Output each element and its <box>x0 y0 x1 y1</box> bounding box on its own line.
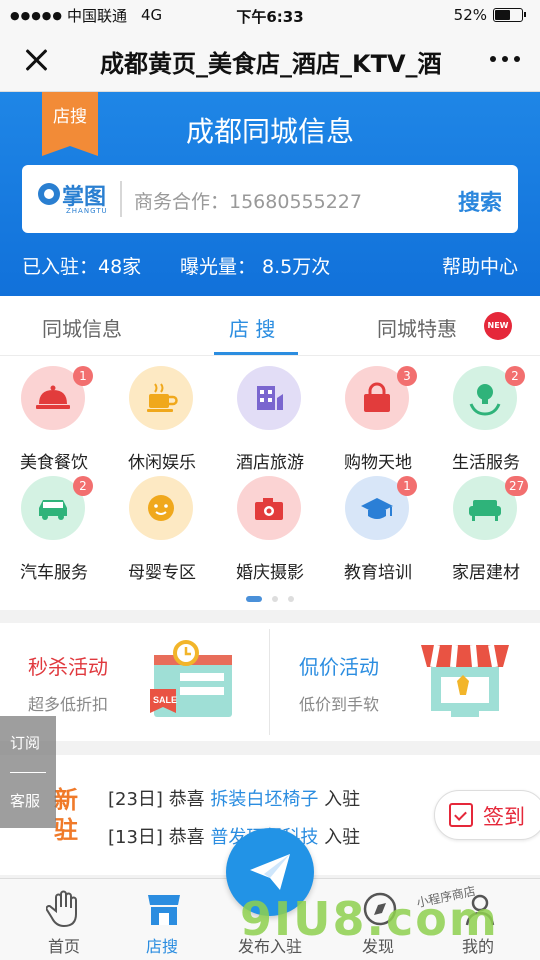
news-store-name[interactable]: 拆装白坯椅子 <box>210 789 318 810</box>
tab-city-info[interactable]: 同城信息 <box>42 313 122 342</box>
nav-home[interactable]: 首页 <box>10 879 118 960</box>
zhangtu-logo: 掌图 ZHANGTU <box>38 179 128 219</box>
camera-icon <box>237 476 301 540</box>
battery-icon <box>493 8 526 22</box>
category-item-shopping[interactable]: 3 购物天地 <box>324 356 432 473</box>
hero-banner: 店搜 成都同城信息 掌图 ZHANGTU 商务合作：15680555227 搜索… <box>0 92 540 296</box>
news-text: 入驻 <box>324 789 361 810</box>
news-text: 恭喜 <box>168 827 205 848</box>
new-badge: NEW <box>484 312 512 340</box>
category-label: 教育培训 <box>344 563 412 583</box>
new-arrivals-label: 新驻 <box>54 786 78 844</box>
active-tab-indicator <box>214 352 298 355</box>
page-dot[interactable] <box>272 596 278 602</box>
bargain-card[interactable]: 侃价活动 低价到手软 <box>271 623 540 741</box>
news-text: 入驻 <box>324 827 361 848</box>
battery-percent: 52% <box>453 6 487 24</box>
side-floating-tab: 订阅 客服 <box>0 716 56 828</box>
battery-status: 52% <box>454 6 526 24</box>
promo-divider <box>269 629 270 735</box>
customer-service-button[interactable]: 客服 <box>10 790 40 811</box>
category-badge: 2 <box>505 366 525 386</box>
news-date: [13日] <box>108 827 163 848</box>
category-badge: 2 <box>73 476 93 496</box>
category-item-education[interactable]: 1 教育培训 <box>324 466 432 583</box>
checkin-label: 签到 <box>483 805 525 829</box>
tab-city-deals[interactable]: 同城特惠 <box>377 313 457 342</box>
baby-icon <box>129 476 193 540</box>
promo-subtitle: 低价到手软 <box>299 695 380 714</box>
category-badge: 3 <box>397 366 417 386</box>
hotel-icon <box>237 366 301 430</box>
category-item-food[interactable]: 1 美食餐饮 <box>0 356 108 473</box>
sale-text: SALE <box>153 695 177 705</box>
network-type: 4G <box>141 6 163 24</box>
category-item-car[interactable]: 2 汽车服务 <box>0 466 108 583</box>
tab-bar: 同城信息 店 搜 同城特惠 NEW <box>0 296 540 356</box>
checkin-button[interactable]: 签到 <box>434 790 540 840</box>
category-item-leisure[interactable]: 休闲娱乐 <box>108 356 216 473</box>
exposure-count: 曝光量： 8.5万次 <box>180 256 331 278</box>
search-button[interactable]: 搜索 <box>458 185 502 217</box>
side-tab-divider <box>10 772 46 773</box>
category-label: 汽车服务 <box>20 563 88 583</box>
promo-title: 侃价活动 <box>299 655 379 679</box>
category-item-hotel[interactable]: 酒店旅游 <box>216 356 324 473</box>
hero-title: 成都同城信息 <box>185 115 354 148</box>
coffee-icon <box>129 366 193 430</box>
page-indicator <box>0 596 540 602</box>
category-item-life-service[interactable]: 2 生活服务 <box>432 356 540 473</box>
nav-store-search[interactable]: 店搜 <box>108 879 216 960</box>
app-screen: ●●●●● 中国联通 4G 下午6:33 52% 成都黄页_美食店_酒店_KTV… <box>0 0 540 960</box>
subscribe-button[interactable]: 订阅 <box>10 732 40 753</box>
category-item-wedding-photo[interactable]: 婚庆摄影 <box>216 466 324 583</box>
category-label: 母婴专区 <box>128 563 196 583</box>
news-date: [23日] <box>108 789 163 810</box>
nav-bar: 成都黄页_美食店_酒店_KTV_酒 <box>0 30 540 92</box>
paper-plane-icon <box>250 854 290 890</box>
search-divider <box>120 181 122 217</box>
shop-stall-icon <box>421 644 509 717</box>
category-label: 婚庆摄影 <box>236 563 304 583</box>
search-input[interactable]: 商务合作：15680555227 <box>134 187 362 214</box>
tab-store-search[interactable]: 店 搜 <box>229 313 275 342</box>
category-badge: 1 <box>397 476 417 496</box>
news-text: 恭喜 <box>168 789 205 810</box>
signal-icon: ●●●●● <box>10 8 63 22</box>
category-item-home-building[interactable]: 27 家居建材 <box>432 466 540 583</box>
page-dot-active <box>246 596 262 602</box>
calendar-check-icon <box>449 803 473 827</box>
promo-subtitle: 超多低折扣 <box>28 695 109 714</box>
logo-subtext: ZHANGTU <box>66 207 108 215</box>
category-grid: 1 美食餐饮 休闲娱乐 酒店旅游 3 购物天地 2 生活服务 2 汽车服务 母婴… <box>0 356 540 610</box>
category-badge: 27 <box>505 476 529 496</box>
category-badge: 1 <box>73 366 93 386</box>
page-dot[interactable] <box>288 596 294 602</box>
nav-label: 首页 <box>47 937 80 956</box>
joined-count: 已入驻：48家 <box>22 256 142 278</box>
help-center-link[interactable]: 帮助中心 <box>442 252 518 279</box>
logo-mark-icon <box>38 183 60 205</box>
promo-section: 秒杀活动 超多低折扣 SALE 侃价活动 低价到手软 <box>0 623 540 741</box>
page-title: 成都黄页_美食店_酒店_KTV_酒 <box>100 50 442 78</box>
status-bar: ●●●●● 中国联通 4G 下午6:33 52% <box>0 0 540 30</box>
sale-calendar-icon: SALE <box>150 640 232 717</box>
search-box[interactable]: 掌图 ZHANGTU 商务合作：15680555227 搜索 <box>22 165 518 233</box>
category-item-baby[interactable]: 母婴专区 <box>108 466 216 583</box>
store-icon <box>148 895 180 925</box>
more-menu-icon[interactable] <box>490 56 520 62</box>
category-label: 家居建材 <box>452 563 520 583</box>
close-icon[interactable] <box>20 44 52 76</box>
nav-label: 店搜 <box>145 937 178 956</box>
promo-title: 秒杀活动 <box>28 655 108 679</box>
carrier-name: 中国联通 <box>67 6 128 25</box>
news-item[interactable]: [23日] 恭喜 拆装白坯椅子 入驻 <box>108 785 360 811</box>
hand-icon <box>46 890 77 928</box>
